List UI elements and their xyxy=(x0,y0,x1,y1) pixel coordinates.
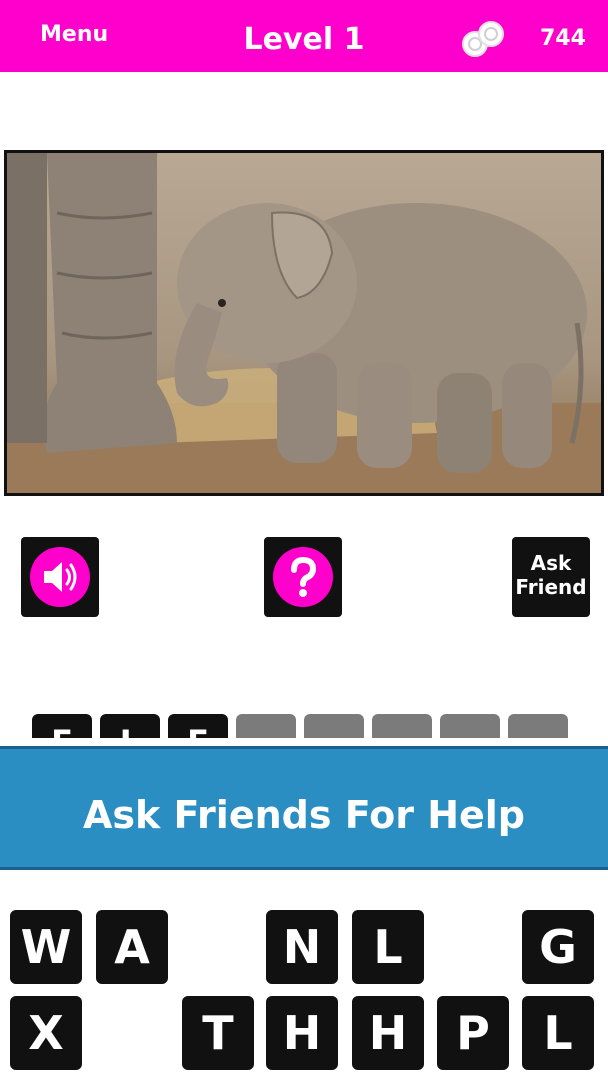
menu-button[interactable]: Menu xyxy=(40,18,108,52)
top-bar: Menu Level 1 744 xyxy=(0,0,608,72)
ask-friend-label: Ask Friend xyxy=(512,551,590,599)
coin-count: 744 xyxy=(540,26,586,51)
letter-key[interactable]: X xyxy=(8,994,84,1072)
help-circle xyxy=(273,547,333,607)
letter-key[interactable]: P xyxy=(435,994,511,1072)
letter-key[interactable]: H xyxy=(264,994,340,1072)
letter-key[interactable]: L xyxy=(350,908,426,986)
ask-friend-button[interactable]: Ask Friend xyxy=(512,537,590,617)
letter-key[interactable]: L xyxy=(520,994,596,1072)
ask-friend-line2: Friend xyxy=(515,575,587,599)
ask-friends-banner[interactable]: Ask Friends For Help xyxy=(0,746,608,870)
ask-friend-line1: Ask xyxy=(530,551,572,575)
help-button[interactable] xyxy=(264,537,342,617)
letter-key[interactable]: N xyxy=(264,908,340,986)
letter-key[interactable]: A xyxy=(94,908,170,986)
letter-key[interactable]: G xyxy=(520,908,596,986)
banner-overlay: Ask Friends For Help xyxy=(0,738,608,878)
letter-key[interactable]: W xyxy=(8,908,84,986)
letter-key[interactable]: T xyxy=(180,994,256,1072)
elephant-image xyxy=(7,153,601,493)
sound-button[interactable] xyxy=(21,537,99,617)
coins-icon xyxy=(462,21,504,57)
speaker-icon xyxy=(44,562,77,592)
sound-circle xyxy=(30,547,90,607)
puzzle-picture xyxy=(4,150,604,496)
question-icon xyxy=(291,556,317,597)
letter-key[interactable]: H xyxy=(350,994,426,1072)
banner-text: Ask Friends For Help xyxy=(83,793,525,837)
